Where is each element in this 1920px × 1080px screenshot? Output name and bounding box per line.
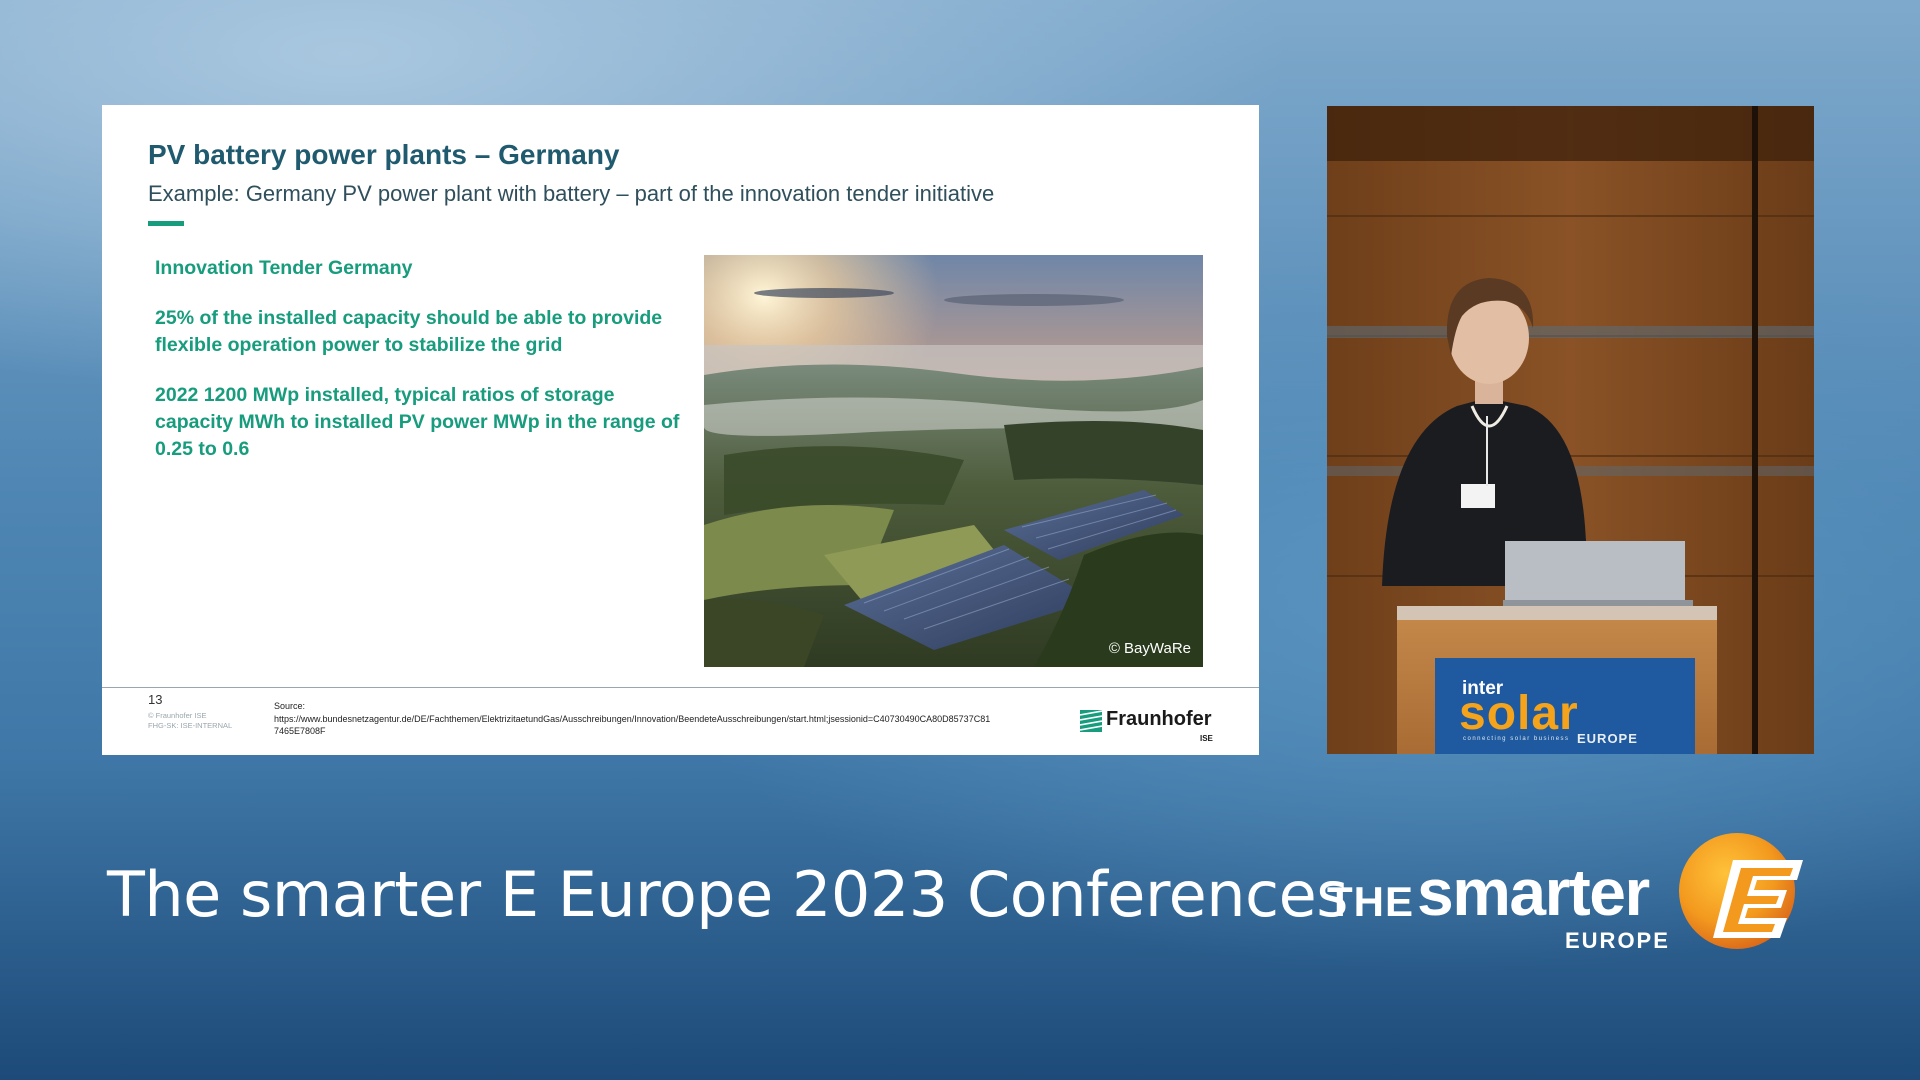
source-url: https://www.bundesnetzagentur.de/DE/Fach… bbox=[274, 713, 991, 737]
brand-region: EUROPE bbox=[1565, 928, 1670, 953]
logo-sub: ISE bbox=[1200, 734, 1213, 743]
smarter-e-logo: THE smarter EUROPE bbox=[1325, 828, 1817, 958]
footer-meta: © Fraunhofer ISE FHG-SK: ISE-INTERNAL bbox=[148, 711, 232, 731]
podium-logo-solar: solar bbox=[1459, 687, 1579, 740]
bullet-item: 25% of the installed capacity should be … bbox=[155, 307, 663, 356]
image-credit: © BayWaRe bbox=[1108, 640, 1191, 657]
solar-plant-photo: © BayWaRe bbox=[704, 255, 1203, 667]
podium-logo-tagline: connecting solar business bbox=[1463, 736, 1570, 742]
bullet-item: 2022 1200 MWp installed, typical ratios … bbox=[155, 384, 680, 460]
brand-the: THE bbox=[1327, 878, 1414, 925]
footer-copyright: © Fraunhofer ISE bbox=[148, 711, 207, 720]
speaker-video: inter solar connecting solar business EU… bbox=[1327, 106, 1814, 754]
footer-divider bbox=[102, 687, 1259, 688]
fraunhofer-logo-icon bbox=[1080, 710, 1102, 732]
logo-name: Fraunhofer bbox=[1106, 708, 1212, 730]
page-number: 13 bbox=[148, 692, 163, 707]
smarter-e-logo-icon bbox=[1679, 833, 1803, 949]
slide-title: PV battery power plants – Germany bbox=[148, 139, 620, 170]
presentation-slide: PV battery power plants – Germany Exampl… bbox=[102, 105, 1259, 755]
source-citation: Source: https://www.bundesnetzagentur.de… bbox=[274, 700, 994, 738]
slide-subtitle: Example: Germany PV power plant with bat… bbox=[148, 181, 995, 206]
bullet-list: Innovation Tender Germany 25% of the ins… bbox=[155, 255, 695, 486]
title-accent-bar bbox=[148, 221, 184, 226]
conference-title: The smarter E Europe 2023 Conferences bbox=[107, 858, 1349, 931]
footer-classification: FHG-SK: ISE-INTERNAL bbox=[148, 721, 233, 730]
brand-smarter: smarter bbox=[1417, 855, 1650, 929]
podium-logo-region: EUROPE bbox=[1577, 731, 1638, 746]
bullet-item: Innovation Tender Germany bbox=[155, 257, 413, 279]
source-label: Source: bbox=[274, 701, 306, 711]
fraunhofer-logo: Fraunhofer ISE bbox=[1080, 706, 1220, 746]
